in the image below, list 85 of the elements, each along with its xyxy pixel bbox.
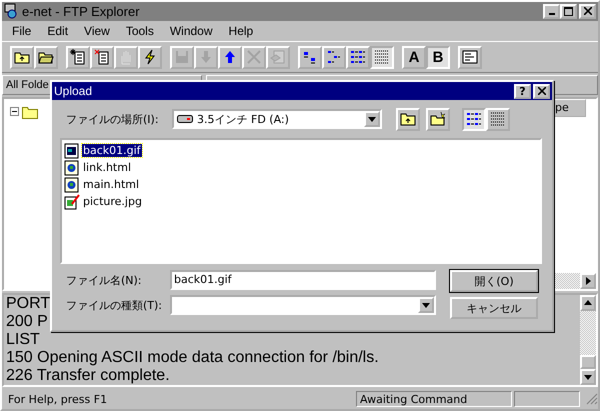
new-folder-icon bbox=[430, 112, 446, 126]
small-icons-icon bbox=[326, 49, 342, 66]
file-name[interactable]: picture.jpg bbox=[82, 195, 143, 208]
up-arrow-icon bbox=[222, 49, 238, 66]
filename-label: ファイル名(N): bbox=[66, 272, 143, 288]
filename-field[interactable]: back01.gif bbox=[170, 270, 436, 290]
close-icon bbox=[538, 87, 546, 95]
view-button[interactable] bbox=[486, 108, 510, 130]
vertical-scrollbar[interactable] bbox=[580, 294, 596, 386]
font-button[interactable]: A bbox=[402, 46, 426, 69]
list-view-icon bbox=[466, 111, 482, 127]
toolbar-button[interactable] bbox=[34, 46, 58, 69]
font-button[interactable]: B bbox=[426, 46, 450, 69]
log-line: 200 P bbox=[6, 312, 48, 331]
menu-item[interactable]: Tools bbox=[118, 24, 162, 38]
collapse-icon[interactable] bbox=[10, 107, 19, 116]
menu-item[interactable]: Help bbox=[220, 24, 262, 38]
close-icon bbox=[246, 49, 262, 66]
menu-item[interactable]: Edit bbox=[39, 24, 76, 38]
log-window-icon bbox=[462, 49, 478, 66]
drive-icon bbox=[177, 115, 193, 123]
toolbar-button[interactable] bbox=[322, 46, 346, 69]
large-icons-icon bbox=[302, 49, 318, 66]
location-label: ファイルの場所(I): bbox=[66, 112, 160, 126]
save-icon bbox=[174, 49, 190, 66]
minimize-button[interactable] bbox=[543, 4, 560, 19]
toolbar-button[interactable] bbox=[218, 46, 242, 69]
close-button[interactable] bbox=[533, 84, 550, 98]
details-view-icon bbox=[374, 49, 390, 66]
details-view-icon bbox=[490, 111, 506, 127]
properties-icon bbox=[270, 49, 286, 66]
up-folder-button[interactable] bbox=[396, 108, 420, 130]
folder-up-icon bbox=[400, 112, 416, 126]
log-line: LIST bbox=[6, 330, 40, 349]
new-folder-button[interactable] bbox=[426, 108, 450, 130]
resize-grip-icon[interactable] bbox=[586, 393, 598, 406]
image-file-icon bbox=[64, 142, 80, 158]
status-panel bbox=[514, 391, 580, 408]
up-arrow-icon bbox=[584, 300, 592, 306]
toolbar-button[interactable] bbox=[66, 46, 90, 69]
help-button[interactable]: ? bbox=[514, 84, 531, 98]
new-file-icon bbox=[70, 49, 86, 66]
status-text: For Help, press F1 bbox=[7, 392, 108, 408]
log-line: 226 Transfer complete. bbox=[6, 366, 170, 385]
list-view-icon bbox=[350, 49, 366, 66]
open-button[interactable]: 開く(O) bbox=[450, 270, 538, 292]
close-button[interactable] bbox=[579, 4, 596, 19]
window-title: e-net - FTP Explorer bbox=[22, 4, 140, 19]
toolbar-button[interactable] bbox=[10, 46, 34, 69]
file-type-label: ファイルの種類(T): bbox=[66, 298, 164, 312]
web-page-icon bbox=[64, 176, 80, 192]
view-button[interactable] bbox=[462, 108, 486, 130]
toolbar-button[interactable] bbox=[370, 46, 394, 69]
menu-item[interactable]: View bbox=[76, 24, 118, 38]
image-file-icon bbox=[64, 194, 80, 210]
log-line: 150 Opening ASCII mode data connection for /bin/ls. bbox=[6, 348, 379, 367]
menu-item[interactable]: Window bbox=[162, 24, 221, 38]
delete-file-icon bbox=[94, 49, 110, 66]
status-panel: Awaiting Command bbox=[356, 391, 512, 408]
file-name[interactable]: back01.gif bbox=[82, 144, 142, 157]
dropdown-arrow-icon bbox=[368, 116, 376, 122]
down-arrow-icon bbox=[584, 374, 592, 380]
scroll-thumb[interactable] bbox=[580, 355, 596, 370]
maximize-icon bbox=[564, 6, 573, 16]
right-arrow-icon bbox=[586, 276, 590, 285]
close-icon bbox=[584, 7, 592, 16]
log-line: PORT bbox=[6, 294, 50, 313]
down-arrow-icon bbox=[198, 49, 214, 66]
toolbar-button[interactable] bbox=[298, 46, 322, 69]
cancel-button[interactable]: キャンセル bbox=[450, 297, 538, 319]
maximize-button[interactable] bbox=[560, 4, 577, 19]
lightning-icon bbox=[142, 49, 158, 66]
dropdown-arrow-icon bbox=[422, 302, 430, 308]
web-page-icon bbox=[64, 160, 80, 176]
file-name[interactable]: link.html bbox=[82, 161, 132, 174]
file-name[interactable]: main.html bbox=[82, 178, 140, 191]
toolbar-button[interactable] bbox=[458, 46, 482, 69]
toolbar-button[interactable] bbox=[346, 46, 370, 69]
column-header[interactable]: pe bbox=[554, 98, 586, 117]
folder-icon bbox=[22, 104, 38, 119]
menu-item[interactable]: File bbox=[4, 24, 40, 38]
toolbar-button[interactable] bbox=[90, 46, 114, 69]
toolbar-button[interactable] bbox=[138, 46, 162, 69]
location-dropdown[interactable]: 3.5インチ FD (A:) bbox=[172, 109, 382, 129]
dialog-title: Upload bbox=[54, 84, 92, 98]
